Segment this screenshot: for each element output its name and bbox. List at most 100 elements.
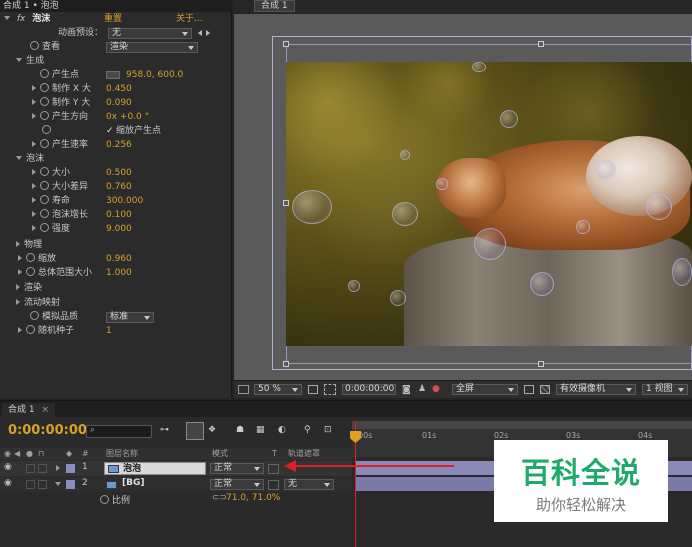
zoom-value[interactable]: 0.960	[106, 252, 132, 266]
stopwatch-icon[interactable]	[40, 69, 49, 78]
switch-box[interactable]	[26, 480, 35, 489]
stopwatch-icon[interactable]	[26, 325, 35, 334]
transform-handle[interactable]	[538, 361, 544, 367]
stopwatch-icon[interactable]	[30, 311, 39, 320]
strength-value[interactable]: 9.000	[106, 222, 132, 236]
growth-value[interactable]: 0.100	[106, 208, 132, 222]
label-color[interactable]	[66, 480, 75, 489]
safe-zones-icon[interactable]	[324, 384, 336, 395]
switch-box[interactable]	[38, 480, 47, 489]
camera-dropdown[interactable]: 有效摄像机	[556, 384, 636, 395]
eye-icon[interactable]: ◉	[4, 448, 11, 460]
expand-icon[interactable]	[18, 327, 22, 333]
stopwatch-icon[interactable]	[40, 223, 49, 232]
mode-dropdown[interactable]: 正常	[210, 479, 264, 490]
production-rate-value[interactable]: 0.256	[106, 138, 132, 152]
expand-icon[interactable]	[32, 169, 36, 175]
prev-preset-icon[interactable]	[198, 30, 202, 36]
target-icon[interactable]	[106, 71, 120, 79]
producer-y-value[interactable]: 0.090	[106, 96, 132, 110]
switch-box[interactable]	[38, 464, 47, 473]
trkmat-dropdown[interactable]: 无	[284, 479, 334, 490]
comp-viewer[interactable]	[234, 14, 692, 380]
preserve-transparency-box[interactable]	[268, 464, 279, 474]
work-area-bar[interactable]	[352, 421, 692, 429]
reset-link[interactable]: 重置	[104, 12, 122, 26]
preserve-transparency-box[interactable]	[268, 480, 279, 490]
timeline-tab[interactable]: 合成 1 ×	[2, 403, 56, 417]
collapse-icon[interactable]	[4, 16, 10, 20]
solo-icon[interactable]: ●	[26, 448, 33, 460]
stopwatch-icon[interactable]	[26, 267, 35, 276]
collapse-icon[interactable]	[55, 482, 61, 486]
fx-row[interactable]: fx 泡沫 重置 关于...	[0, 12, 232, 26]
expand-icon[interactable]	[18, 269, 22, 275]
stopwatch-icon[interactable]	[26, 253, 35, 262]
layer-row-2[interactable]: ◉ 2 [BG] 正常 无	[0, 477, 352, 492]
section-producer[interactable]: 生成	[0, 54, 44, 68]
stopwatch-icon[interactable]	[40, 111, 49, 120]
lifespan-value[interactable]: 300.000	[106, 194, 143, 208]
transform-handle[interactable]	[283, 41, 289, 47]
zoom-dropdown[interactable]: 50 %	[254, 384, 302, 395]
animation-preset-dropdown[interactable]: 无	[108, 28, 192, 39]
stopwatch-icon[interactable]	[40, 139, 49, 148]
random-seed-value[interactable]: 1	[106, 324, 112, 338]
eye-icon[interactable]: ◉	[4, 462, 12, 472]
col-t[interactable]: T	[272, 448, 277, 460]
next-preset-icon[interactable]	[206, 30, 210, 36]
layer-name-field[interactable]: 泡泡	[104, 462, 206, 475]
draft-3d-icon[interactable]: ❖	[208, 425, 216, 435]
expand-icon[interactable]	[32, 197, 36, 203]
frame-blending-icon[interactable]: ▦	[256, 425, 265, 435]
stopwatch-icon[interactable]	[100, 495, 109, 504]
universe-value[interactable]: 1.000	[106, 266, 132, 280]
timeline-search-input[interactable]: ⌕	[86, 425, 152, 438]
timeline-timecode[interactable]: 0:00:00:00	[8, 423, 87, 438]
eye-icon[interactable]: ◉	[4, 478, 12, 488]
motion-blur-icon[interactable]: ◐	[278, 425, 286, 435]
expand-icon[interactable]	[32, 141, 36, 147]
switch-box[interactable]	[26, 464, 35, 473]
region-of-interest-icon[interactable]	[524, 385, 534, 394]
stopwatch-icon[interactable]	[30, 41, 39, 50]
comp-mini-flowchart-icon[interactable]: ⊶	[160, 425, 169, 435]
lock-icon[interactable]: ⊓	[38, 448, 44, 460]
hide-shy-icon[interactable]: ☗	[236, 425, 244, 435]
transparency-grid-icon[interactable]	[540, 385, 550, 394]
about-link[interactable]: 关于...	[176, 12, 203, 26]
expand-icon[interactable]	[16, 299, 20, 305]
expand-icon[interactable]	[32, 113, 36, 119]
collapse-icon[interactable]	[16, 156, 22, 160]
expand-icon[interactable]	[32, 85, 36, 91]
layer-name[interactable]: [BG]	[122, 478, 144, 488]
stopwatch-icon[interactable]	[40, 181, 49, 190]
person-icon[interactable]: ♟	[418, 384, 426, 394]
transform-handle[interactable]	[283, 361, 289, 367]
expand-icon[interactable]	[18, 255, 22, 261]
constrain-icon[interactable]: ⊂⊃	[212, 493, 227, 503]
stopwatch-icon[interactable]	[40, 97, 49, 106]
producer-dir-value[interactable]: 0x +0.0 °	[106, 110, 149, 124]
collapse-icon[interactable]	[16, 58, 22, 62]
audio-icon[interactable]: ◀	[14, 448, 20, 460]
camera-icon[interactable]: ◙	[402, 385, 411, 395]
scale-value[interactable]: 71.0, 71.0%	[226, 493, 280, 503]
expand-icon[interactable]	[56, 465, 60, 471]
label-icon[interactable]: ◆	[66, 448, 72, 460]
stopwatch-icon[interactable]	[42, 125, 51, 134]
sim-quality-dropdown[interactable]: 标准	[106, 312, 154, 323]
transform-handle[interactable]	[283, 200, 289, 206]
transform-handle[interactable]	[538, 41, 544, 47]
producer-point-value[interactable]: 958.0, 600.0	[126, 68, 183, 82]
stopwatch-icon[interactable]	[40, 195, 49, 204]
views-dropdown[interactable]: 1 视图	[642, 384, 688, 395]
expand-icon[interactable]	[32, 211, 36, 217]
section-physics[interactable]: 物理	[0, 238, 42, 252]
layer-row-1[interactable]: ◉ 1 泡泡 正常	[0, 461, 352, 476]
color-channels-icon[interactable]: ●	[432, 384, 440, 394]
col-mode[interactable]: 模式	[212, 448, 228, 460]
expand-icon[interactable]	[32, 183, 36, 189]
comp-timecode[interactable]: 0:00:00:00	[342, 384, 396, 395]
stopwatch-icon[interactable]	[40, 209, 49, 218]
